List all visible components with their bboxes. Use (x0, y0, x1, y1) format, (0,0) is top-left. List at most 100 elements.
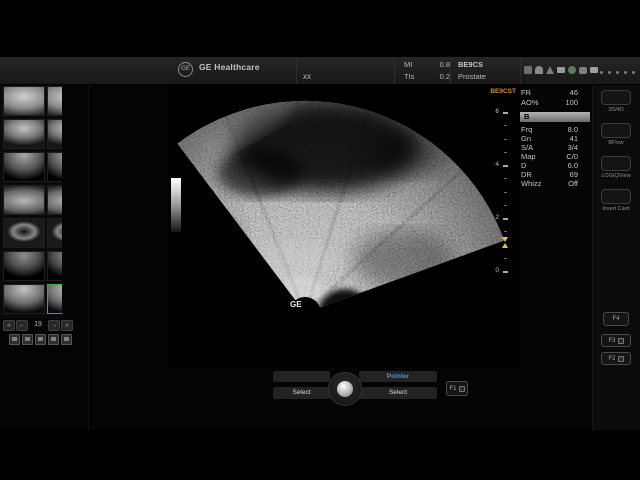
fr-readout: FR 46 (521, 88, 578, 97)
thumbnail[interactable] (47, 251, 62, 281)
f3-key[interactable]: F3 (601, 334, 631, 347)
report-icon (459, 386, 465, 392)
focus-marker[interactable] (502, 237, 508, 242)
param-label: D (521, 161, 526, 170)
thumbnail[interactable] (3, 119, 45, 149)
patient-id[interactable]: xx (303, 72, 311, 81)
menu-dot (600, 71, 603, 74)
sa-readout: S/A 3/4 (521, 143, 578, 152)
whizz-readout: Whizz Off (521, 179, 578, 188)
softkey-insert-card[interactable]: Insert Card (597, 189, 635, 212)
layout-icon[interactable] (9, 334, 20, 345)
thumbnail[interactable] (3, 218, 45, 248)
mi-value: 0.8 (440, 60, 450, 69)
f4-label: F4 (612, 316, 619, 322)
thumbnail[interactable] (3, 251, 45, 281)
depth-ruler-tick (504, 139, 507, 140)
clipboard-prev-page-button[interactable]: ← (16, 320, 28, 331)
active-probe-label: BE9CST (478, 88, 516, 95)
header-divider (450, 58, 451, 84)
thumbnail[interactable] (47, 185, 62, 215)
depth-ruler-tick (504, 258, 507, 259)
param-label: S/A (521, 143, 533, 152)
tis-label: TIs (404, 72, 414, 81)
f2-key[interactable]: F2 (601, 352, 631, 365)
mi-readout: MI 0.8 (404, 60, 450, 69)
thumbnail[interactable] (3, 185, 45, 215)
ultrasound-console-screen: GE GE Healthcare xx MI 0.8 TIs 0.2 BE9CS… (0, 0, 640, 480)
thumbnail[interactable] (3, 86, 45, 116)
clipboard-last-page-button[interactable]: » (61, 320, 73, 331)
eco-icon (568, 66, 576, 74)
depth-ruler-tick (503, 112, 508, 114)
focus-marker[interactable] (502, 243, 508, 248)
printer-icon[interactable] (22, 334, 33, 345)
probe-name: BE9CS (458, 60, 483, 69)
param-value: Off (568, 179, 578, 188)
media-icon (590, 67, 598, 73)
param-value: 41 (570, 134, 578, 143)
thumbnail[interactable] (47, 284, 62, 314)
tis-value: 0.2 (440, 72, 450, 81)
trackball-key-select-left[interactable]: Select (273, 387, 330, 399)
softkey-button[interactable] (601, 90, 631, 105)
thumbnail-clipboard (0, 85, 62, 319)
depth-readout: D 6.0 (521, 161, 578, 170)
header-divider (394, 58, 395, 84)
f1-key[interactable]: F1 (446, 381, 468, 396)
softkey-label: BFlow (597, 140, 635, 146)
status-icon-row (524, 66, 598, 74)
ultrasound-image[interactable]: GE (168, 85, 520, 367)
thumbnail[interactable] (47, 86, 62, 116)
thumbnail[interactable] (47, 152, 62, 182)
patient-icon (535, 66, 543, 74)
softkey-button[interactable] (601, 123, 631, 138)
depth-ruler-tick (504, 192, 507, 193)
menu-dot (616, 71, 619, 74)
softkey-bflow[interactable]: BFlow (597, 123, 635, 146)
speaker-icon (524, 66, 532, 74)
save-icon[interactable] (48, 334, 59, 345)
trackball-ball[interactable] (337, 381, 353, 397)
softkey-logiqview[interactable]: LOGIQView (597, 156, 635, 179)
ge-watermark: GE (290, 300, 302, 309)
f1-label: F1 (449, 386, 456, 392)
trackball-key-select-right[interactable]: Select (359, 387, 437, 399)
menu-dot (624, 71, 627, 74)
thumbnail[interactable] (47, 218, 62, 248)
trackball-key-top-left[interactable] (273, 371, 330, 382)
softkey-button[interactable] (601, 189, 631, 204)
clipboard-first-page-button[interactable]: « (3, 320, 15, 331)
brand-title: GE Healthcare (199, 62, 260, 72)
softkey-button[interactable] (601, 156, 631, 171)
network-icon (546, 66, 554, 74)
thumbnail[interactable] (47, 119, 62, 149)
exam-preset: Prostate (458, 72, 486, 81)
printer-icon (579, 67, 587, 74)
depth-ruler-label: 6 (487, 108, 499, 116)
trackball-key-pointer[interactable]: Pointer (359, 371, 437, 382)
menu-dots[interactable] (600, 71, 635, 74)
param-label: AO% (521, 98, 539, 107)
param-value: 3/4 (568, 143, 578, 152)
grayscale-bar (171, 178, 181, 232)
frq-readout: Frq 8.0 (521, 125, 578, 134)
thumbnail[interactable] (3, 284, 45, 314)
depth-ruler-label: 0 (487, 267, 499, 275)
trackball[interactable] (328, 372, 362, 406)
depth-ruler-tick (504, 125, 507, 126)
delete-icon[interactable] (61, 334, 72, 345)
mode-indicator: B (520, 112, 590, 122)
panel-seam (88, 85, 89, 430)
clipboard-next-page-button[interactable]: → (48, 320, 60, 331)
gain-readout: Gn 41 (521, 134, 578, 143)
print-alt-icon[interactable] (35, 334, 46, 345)
f4-key[interactable]: F4 (603, 312, 629, 326)
thumbnail[interactable] (3, 152, 45, 182)
param-value: C/0 (566, 152, 578, 161)
param-value: 100 (565, 98, 578, 107)
patient-icon (618, 338, 624, 344)
header-divider (296, 58, 297, 84)
param-value: 6.0 (568, 161, 578, 170)
softkey-2d4d[interactable]: 2D/4D (597, 90, 635, 113)
